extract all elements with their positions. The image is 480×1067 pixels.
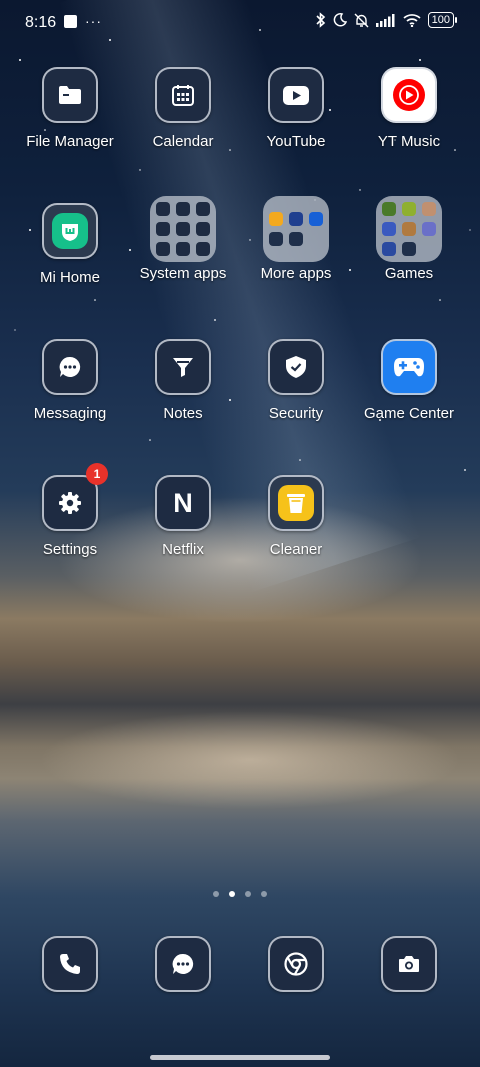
game-icon bbox=[382, 222, 396, 236]
wifi-icon bbox=[403, 14, 421, 27]
downloads-icon bbox=[196, 242, 210, 256]
game-icon bbox=[402, 202, 416, 216]
music-icon bbox=[176, 242, 190, 256]
linkedin-icon bbox=[269, 232, 283, 246]
recorder-icon bbox=[156, 242, 170, 256]
gallery-icon bbox=[176, 202, 190, 216]
gamepad-icon bbox=[394, 358, 424, 377]
app-cleaner[interactable]: Cleaner bbox=[241, 475, 351, 558]
trash-icon bbox=[287, 494, 305, 513]
page-indicator[interactable] bbox=[0, 891, 480, 897]
game-icon bbox=[422, 202, 436, 216]
app-label: Mi Home bbox=[39, 269, 100, 286]
app-label: Netflix bbox=[162, 541, 204, 558]
mute-bell-icon bbox=[354, 13, 369, 27]
home-indicator-bar[interactable] bbox=[150, 1055, 330, 1060]
app-netflix[interactable]: N Netflix bbox=[128, 475, 238, 558]
app-label: Settings bbox=[42, 541, 98, 558]
signal-icon bbox=[375, 13, 395, 27]
folder-preview bbox=[263, 196, 329, 262]
status-time: 8:16 bbox=[25, 14, 57, 31]
speaker-icon bbox=[289, 232, 303, 246]
app-mi-home[interactable]: Mi Home bbox=[15, 203, 125, 286]
chrome-icon bbox=[284, 952, 308, 976]
calculator-icon bbox=[156, 222, 170, 236]
game-icon bbox=[402, 242, 416, 256]
app-game-center[interactable]: Game Center bbox=[354, 339, 464, 422]
app-notes[interactable]: Notes bbox=[128, 339, 238, 422]
messaging-icon bbox=[172, 953, 194, 974]
dock-chrome[interactable] bbox=[241, 936, 351, 992]
facebook-icon bbox=[289, 212, 303, 226]
folder-more-apps[interactable]: More apps bbox=[241, 196, 351, 282]
app-file-manager[interactable]: File Manager bbox=[15, 67, 125, 150]
calendar-icon bbox=[172, 85, 194, 106]
more-notifications-icon: ··· bbox=[85, 13, 102, 29]
app-label: Games bbox=[384, 265, 434, 282]
app-label: Messaging bbox=[33, 405, 107, 422]
app-security[interactable]: Security bbox=[241, 339, 351, 422]
dock-messaging[interactable] bbox=[128, 936, 238, 992]
mi-home-icon bbox=[62, 224, 78, 241]
app-calendar[interactable]: Calendar bbox=[128, 67, 238, 150]
page-dot-current[interactable] bbox=[229, 891, 235, 897]
dock-phone[interactable] bbox=[15, 936, 125, 992]
notification-badge: 1 bbox=[86, 463, 108, 485]
game-icon bbox=[382, 202, 396, 216]
app-settings[interactable]: 1 Settings bbox=[15, 463, 125, 558]
youtube-icon bbox=[283, 85, 309, 105]
app-mini-icon bbox=[309, 212, 323, 226]
app-mini-icon bbox=[269, 212, 283, 226]
app-youtube[interactable]: YouTube bbox=[241, 67, 351, 150]
app-label: System apps bbox=[139, 265, 227, 282]
app-label: YouTube bbox=[266, 133, 326, 150]
messaging-icon bbox=[59, 356, 81, 377]
game-icon bbox=[402, 222, 416, 236]
page-dot[interactable] bbox=[261, 891, 267, 897]
app-label: Game Center bbox=[363, 405, 455, 422]
app-label: Security bbox=[268, 405, 324, 422]
app-label: Cleaner bbox=[269, 541, 323, 558]
yt-music-icon bbox=[393, 79, 425, 111]
clock-icon bbox=[196, 222, 210, 236]
compass-icon bbox=[176, 222, 190, 236]
themes-icon bbox=[196, 202, 210, 216]
folder-preview bbox=[376, 196, 442, 262]
app-messaging[interactable]: Messaging bbox=[15, 339, 125, 422]
moon-icon bbox=[333, 13, 347, 27]
battery-indicator: 100 bbox=[427, 12, 458, 28]
gear-icon bbox=[59, 492, 81, 514]
folder-games[interactable]: Games bbox=[354, 196, 464, 282]
game-icon bbox=[422, 222, 436, 236]
app-yt-music[interactable]: YT Music bbox=[354, 67, 464, 150]
shield-icon bbox=[286, 356, 306, 378]
dock-camera[interactable] bbox=[354, 936, 464, 992]
contacts-icon bbox=[156, 202, 170, 216]
netflix-icon: N bbox=[173, 487, 193, 518]
phone-icon bbox=[60, 954, 80, 974]
notes-icon bbox=[173, 358, 193, 377]
folder-icon bbox=[59, 86, 81, 104]
app-label: Calendar bbox=[152, 133, 214, 150]
game-icon bbox=[382, 242, 396, 256]
page-dot[interactable] bbox=[245, 891, 251, 897]
status-bar: 8:16 ··· 100 bbox=[0, 0, 480, 46]
bluetooth-icon bbox=[316, 12, 325, 28]
folder-system-apps[interactable]: System apps bbox=[128, 196, 238, 282]
app-label: Notes bbox=[163, 405, 203, 422]
app-label: File Manager bbox=[26, 133, 114, 150]
camera-icon bbox=[399, 956, 419, 972]
page-dot[interactable] bbox=[213, 891, 219, 897]
app-label: More apps bbox=[260, 265, 332, 282]
app-label: YT Music bbox=[377, 133, 441, 150]
folder-preview bbox=[150, 196, 216, 262]
notification-square-icon bbox=[64, 15, 77, 28]
